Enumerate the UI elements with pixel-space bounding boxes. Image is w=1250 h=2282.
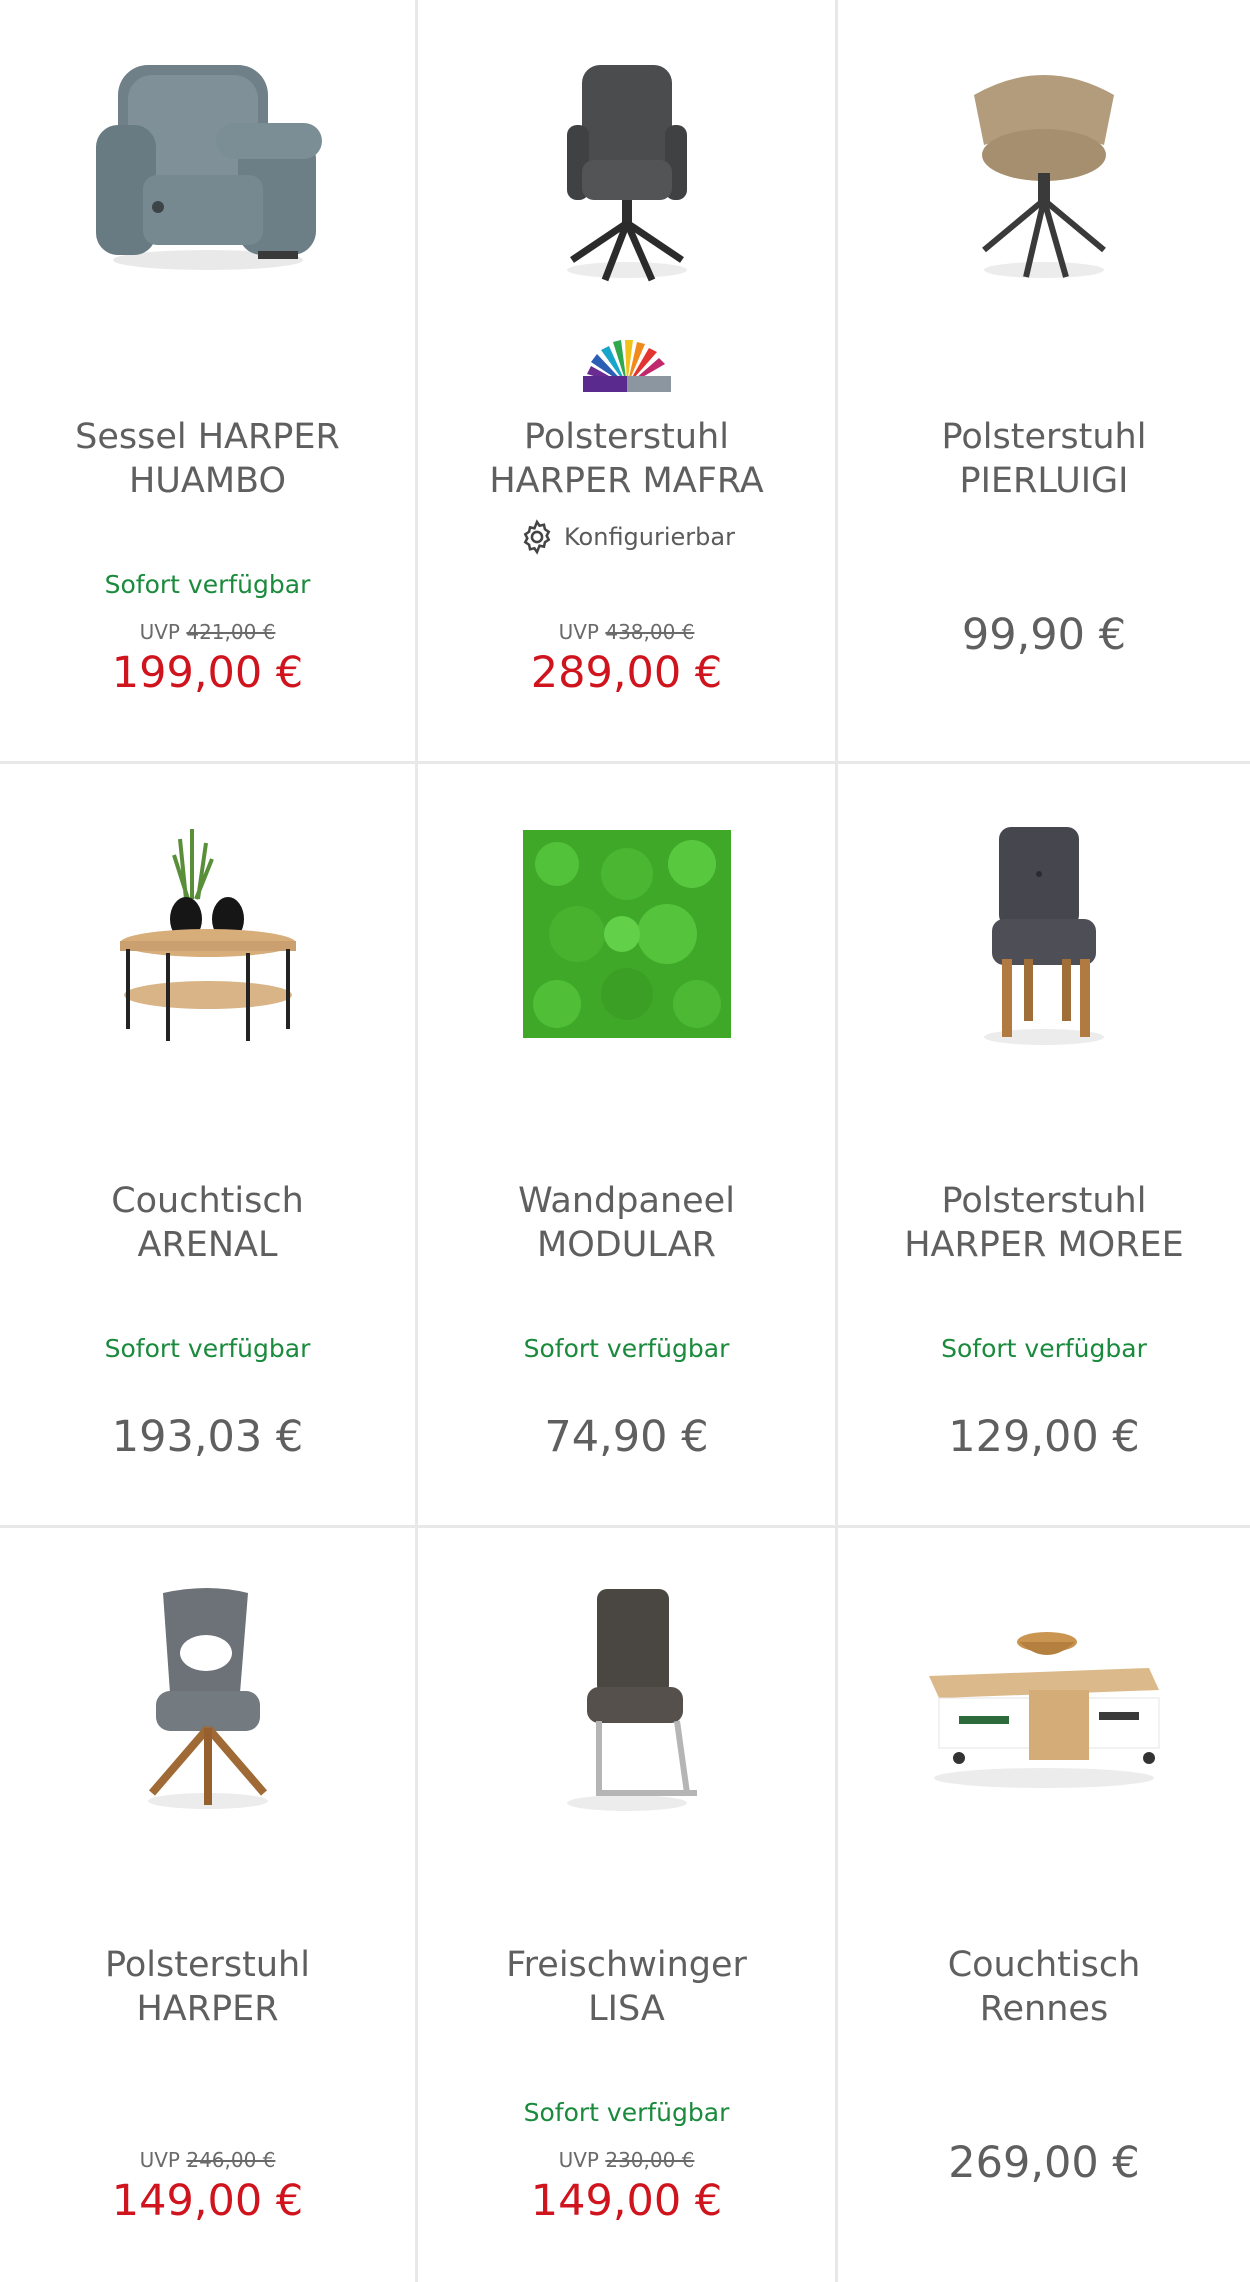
product-card-freischwinger-lisa[interactable]: Freischwinger LISA Sofort verfügbar UVP … xyxy=(418,1528,838,2282)
product-title-line[interactable]: Wandpaneel xyxy=(428,1179,825,1223)
product-title[interactable]: Couchtisch Rennes xyxy=(848,1943,1240,2031)
availability-label: Sofort verfügbar xyxy=(941,1334,1147,1363)
configurable-indicator[interactable]: Konfigurierbar xyxy=(418,518,835,556)
product-price: 193,03 € xyxy=(111,1412,304,1462)
product-title-line[interactable]: Polsterstuhl xyxy=(848,415,1240,459)
uvp-label: UVP xyxy=(139,2148,180,2172)
product-price: 149,00 € xyxy=(530,2176,723,2226)
availability-label: Sofort verfügbar xyxy=(523,1334,730,1363)
product-price: 289,00 € xyxy=(530,648,723,698)
product-image[interactable] xyxy=(418,1578,835,1818)
product-card-couchtisch-arenal[interactable]: Couchtisch ARENAL Sofort verfügbar 193,0… xyxy=(0,764,418,1528)
uvp-price: UVP 230,00 € xyxy=(418,2148,835,2172)
uvp-price: UVP 421,00 € xyxy=(0,620,415,644)
product-title-line[interactable]: LISA xyxy=(428,1987,825,2031)
product-title-line[interactable]: Polsterstuhl xyxy=(428,415,825,459)
product-title-line[interactable]: Polsterstuhl xyxy=(10,1943,405,1987)
product-title-line[interactable]: Rennes xyxy=(848,1987,1240,2031)
product-title[interactable]: Polsterstuhl HARPER xyxy=(10,1943,405,2031)
product-image[interactable] xyxy=(838,1578,1250,1818)
product-title-line[interactable]: Sessel HARPER xyxy=(10,415,405,459)
product-title[interactable]: Wandpaneel MODULAR xyxy=(428,1179,825,1267)
product-card-polsterstuhl-harper-mafra[interactable]: Polsterstuhl HARPER MAFRA Konfigurierbar… xyxy=(418,0,838,764)
uvp-old-price: 230,00 € xyxy=(605,2148,695,2172)
product-image[interactable] xyxy=(418,50,835,290)
product-image[interactable] xyxy=(0,814,415,1054)
product-image[interactable] xyxy=(418,814,835,1054)
availability-label: Sofort verfügbar xyxy=(104,570,311,599)
uvp-price: UVP 438,00 € xyxy=(418,620,835,644)
uvp-old-price: 246,00 € xyxy=(186,2148,276,2172)
product-title-line[interactable]: Polsterstuhl xyxy=(848,1179,1240,1223)
product-card-couchtisch-rennes[interactable]: Couchtisch Rennes 269,00 € xyxy=(838,1528,1250,2282)
uvp-price: UVP 246,00 € xyxy=(0,2148,415,2172)
configurable-label: Konfigurierbar xyxy=(564,523,735,551)
availability-label: Sofort verfügbar xyxy=(104,1334,311,1363)
uvp-old-price: 421,00 € xyxy=(186,620,276,644)
product-price: 269,00 € xyxy=(948,2138,1140,2188)
product-title[interactable]: Polsterstuhl HARPER MOREE xyxy=(848,1179,1240,1267)
uvp-old-price: 438,00 € xyxy=(605,620,695,644)
product-title-line[interactable]: Couchtisch xyxy=(848,1943,1240,1987)
product-card-polsterstuhl-harper-moree[interactable]: Polsterstuhl HARPER MOREE Sofort verfügb… xyxy=(838,764,1250,1528)
product-title[interactable]: Freischwinger LISA xyxy=(428,1943,825,2031)
product-price: 99,90 € xyxy=(961,610,1127,660)
product-image[interactable] xyxy=(838,814,1250,1054)
uvp-label: UVP xyxy=(558,620,599,644)
product-price: 74,90 € xyxy=(544,1412,709,1462)
availability-label: Sofort verfügbar xyxy=(523,2098,730,2127)
product-title-line[interactable]: Freischwinger xyxy=(428,1943,825,1987)
product-card-polsterstuhl-pierluigi[interactable]: Polsterstuhl PIERLUIGI 99,90 € xyxy=(838,0,1250,764)
product-title-line[interactable]: HARPER MAFRA xyxy=(428,459,825,503)
gear-icon xyxy=(523,519,551,555)
product-title-line[interactable]: HARPER xyxy=(10,1987,405,2031)
product-title[interactable]: Couchtisch ARENAL xyxy=(10,1179,405,1267)
product-title-line[interactable]: MODULAR xyxy=(428,1223,825,1267)
product-image[interactable] xyxy=(0,1578,415,1818)
product-title-line[interactable]: PIERLUIGI xyxy=(848,459,1240,503)
product-title[interactable]: Polsterstuhl HARPER MAFRA xyxy=(428,415,825,503)
product-image[interactable] xyxy=(838,50,1250,290)
product-grid: Sessel HARPER HUAMBO Sofort verfügbar UV… xyxy=(0,0,1250,2282)
product-title[interactable]: Sessel HARPER HUAMBO xyxy=(10,415,405,503)
product-title[interactable]: Polsterstuhl PIERLUIGI xyxy=(848,415,1240,503)
product-price: 129,00 € xyxy=(948,1412,1140,1462)
product-title-line[interactable]: Couchtisch xyxy=(10,1179,405,1223)
uvp-label: UVP xyxy=(139,620,180,644)
product-price: 199,00 € xyxy=(111,648,304,698)
product-card-polsterstuhl-harper[interactable]: Polsterstuhl HARPER UVP 246,00 € 149,00 … xyxy=(0,1528,418,2282)
product-card-sessel-harper-huambo[interactable]: Sessel HARPER HUAMBO Sofort verfügbar UV… xyxy=(0,0,418,764)
product-title-line[interactable]: ARENAL xyxy=(10,1223,405,1267)
product-title-line[interactable]: HARPER MOREE xyxy=(848,1223,1240,1267)
product-image[interactable] xyxy=(0,50,415,290)
product-price: 149,00 € xyxy=(111,2176,304,2226)
product-card-wandpaneel-modular[interactable]: Wandpaneel MODULAR Sofort verfügbar 74,9… xyxy=(418,764,838,1528)
product-title-line[interactable]: HUAMBO xyxy=(10,459,405,503)
color-fan-icon[interactable] xyxy=(418,338,835,394)
uvp-label: UVP xyxy=(558,2148,599,2172)
